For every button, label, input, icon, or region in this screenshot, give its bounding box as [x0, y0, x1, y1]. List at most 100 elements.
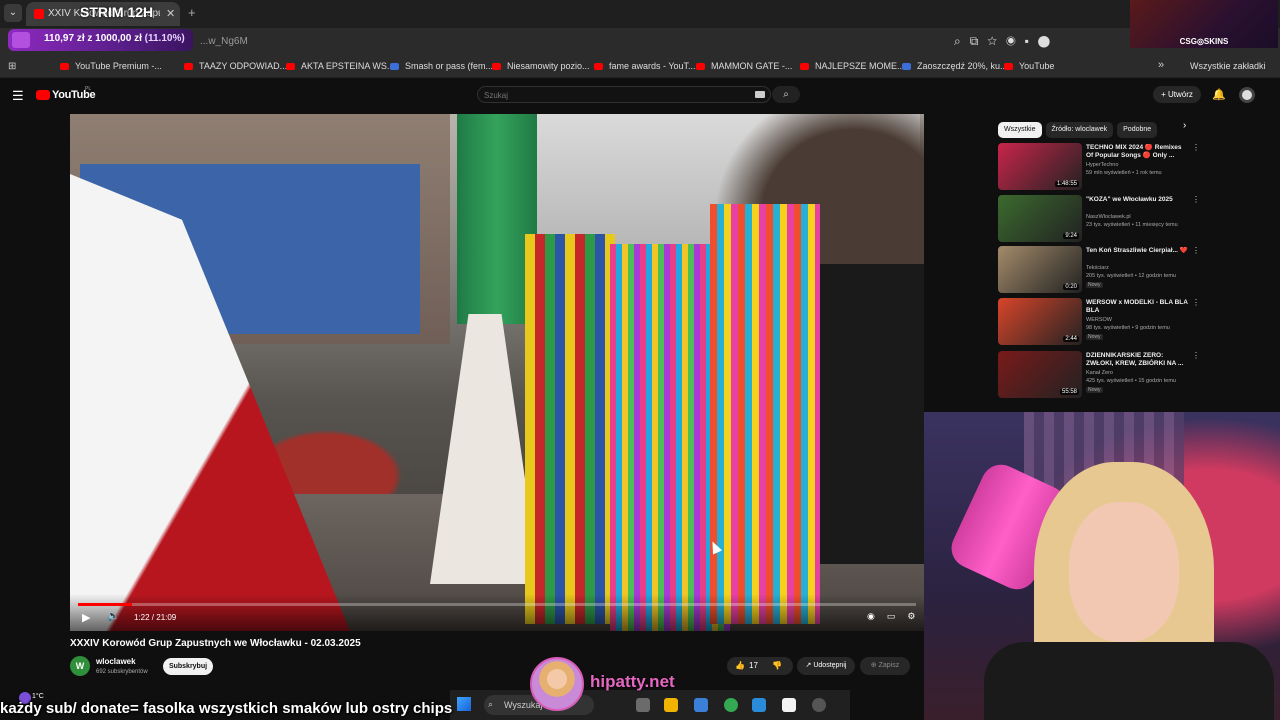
recommendation-meta: 425 tys. wyświetleń • 15 godzin temu — [1086, 378, 1176, 384]
new-badge: Nowy — [1086, 282, 1103, 288]
bookmark-item[interactable]: YouTube — [1004, 61, 1054, 71]
recommendation-item[interactable]: 0:20 Ten Koń Straszliwie Cierpiał... ❤️ Te… — [998, 246, 1203, 294]
webcam-face — [1069, 502, 1179, 642]
recommendation-channel[interactable]: Tekściarz — [1086, 265, 1109, 271]
channel-avatar[interactable]: W — [70, 656, 90, 676]
more-options-icon[interactable]: ⋮ — [1192, 143, 1200, 152]
chrome-icon[interactable] — [724, 698, 738, 712]
youtube-favicon-icon — [34, 9, 44, 19]
obs-icon[interactable] — [812, 698, 826, 712]
webcam-overlay — [924, 412, 1280, 720]
chip-all[interactable]: Wszystkie — [998, 122, 1042, 138]
bookmark-item[interactable]: NAJLEPSZE MOME... — [800, 61, 905, 71]
recommendation-channel[interactable]: HyperTechno — [1086, 162, 1118, 168]
bookmark-item[interactable]: YouTube Premium -... — [60, 61, 162, 71]
more-options-icon[interactable]: ⋮ — [1192, 195, 1200, 204]
subscriber-count: 692 subskrybentów — [96, 669, 148, 675]
youtube-logo-icon[interactable] — [36, 90, 50, 100]
document-icon[interactable] — [782, 698, 796, 712]
recommendation-duration: 1:48:55 — [1054, 181, 1079, 187]
bookmark-item[interactable]: Zaoszczędź 20%, ku... — [902, 61, 1008, 71]
streamer-site: hipatty.net — [590, 672, 675, 691]
bookmarks-more-icon[interactable]: » — [1158, 59, 1164, 71]
recommendation-duration: 0:20 — [1063, 284, 1079, 290]
chip-source[interactable]: Źródło: wloclawek — [1045, 122, 1114, 138]
player-time: 1:22 / 21:09 — [134, 613, 177, 622]
player-settings-icons[interactable]: ◉▭⚙ — [867, 611, 924, 622]
streamer-logo-avatar — [530, 657, 584, 711]
search-button[interactable]: ⌕ — [772, 86, 800, 103]
bookmark-item[interactable]: TAAZY ODPOWIAD... — [184, 61, 287, 71]
address-bar-actions[interactable]: ⌕⧉☆◉▪⬤ — [954, 34, 1059, 49]
bookmark-item[interactable]: Smash or pass (fem... — [390, 61, 493, 71]
task-view-icon[interactable] — [636, 698, 650, 712]
bookmark-item[interactable]: AKTA EPSTEINA WS... — [286, 61, 394, 71]
bookmarks-bar: ⊞ YouTube Premium -... TAAZY ODPOWIAD...… — [0, 56, 1280, 78]
windows-start-icon[interactable] — [457, 697, 471, 711]
dislike-icon[interactable]: 👎 — [772, 657, 782, 675]
file-explorer-icon[interactable] — [664, 698, 678, 712]
recommendation-item[interactable]: 9:24 "KOZA" we Włocławku 2025 NaszWloclawe… — [998, 195, 1203, 243]
save-button[interactable]: ⊕ Zapisz — [860, 657, 910, 675]
address-url[interactable]: ...w_Ng6M — [200, 36, 248, 47]
chip-related[interactable]: Podobne — [1117, 122, 1158, 138]
search-input[interactable] — [484, 89, 724, 101]
recommendation-item[interactable]: 2:44 WERSOW x MODELKI - BLA BLA BLA WERSOW… — [998, 298, 1203, 346]
share-button[interactable]: ↗ Udostępnij — [797, 657, 855, 675]
player-progress-bar[interactable] — [78, 603, 916, 606]
app-icon[interactable] — [752, 698, 766, 712]
new-tab-button[interactable]: + — [188, 5, 196, 20]
channel-name[interactable]: wloclawek — [96, 657, 136, 666]
recommendation-item[interactable]: 55:58 DZIENNIKARSKIE ZERO: ZWŁOKI, KREW, … — [998, 351, 1203, 399]
recommendation-channel[interactable]: NaszWloclawek.pl — [1086, 214, 1131, 220]
video-player[interactable]: ▶ 🔈 1:22 / 21:09 ◉▭⚙ — [70, 114, 924, 631]
tab-close-icon[interactable]: ✕ — [166, 7, 175, 20]
recommendation-meta: 98 tys. wyświetleń • 9 godzin temu — [1086, 325, 1170, 331]
keyboard-icon[interactable] — [755, 91, 765, 98]
recommendation-duration: 55:58 — [1059, 389, 1079, 395]
more-options-icon[interactable]: ⋮ — [1192, 298, 1200, 307]
bookmark-item[interactable]: MAMMON GATE -... — [696, 61, 792, 71]
bookmark-item[interactable]: fame awards - YouT... — [594, 61, 696, 71]
recommendation-thumbnail[interactable]: 1:48:55 — [998, 143, 1082, 190]
recommendation-thumbnail[interactable]: 2:44 — [998, 298, 1082, 345]
video-frame-crowd — [820, 264, 924, 564]
chevron-right-icon[interactable]: › — [1183, 120, 1186, 131]
new-badge: Nowy — [1086, 334, 1103, 340]
store-icon[interactable] — [694, 698, 708, 712]
recommendation-thumbnail[interactable]: 55:58 — [998, 351, 1082, 398]
recommendation-channel[interactable]: Kanał Zero — [1086, 370, 1113, 376]
all-bookmarks-button[interactable]: Wszystkie zakładki — [1190, 61, 1266, 71]
more-options-icon[interactable]: ⋮ — [1192, 246, 1200, 255]
recommendation-title[interactable]: WERSOW x MODELKI - BLA BLA BLA — [1086, 299, 1188, 315]
new-badge: Nowy — [1086, 387, 1103, 393]
more-options-icon[interactable]: ⋮ — [1192, 351, 1200, 360]
play-icon[interactable]: ▶ — [82, 611, 90, 624]
tab-search-button[interactable]: ⌄ — [4, 4, 22, 22]
video-frame-costume — [525, 234, 615, 624]
volume-icon[interactable]: 🔈 — [107, 611, 119, 622]
like-count[interactable]: 17 — [749, 657, 758, 675]
create-button[interactable]: + Utwórz — [1153, 86, 1201, 103]
hamburger-menu-icon[interactable]: ☰ — [12, 88, 24, 104]
recommendation-channel[interactable]: WERSOW — [1086, 317, 1112, 323]
bookmark-item[interactable]: Niesamowity pozio... — [492, 61, 590, 71]
recommendation-item[interactable]: 1:48:55 TECHNO MIX 2024 🔴 Remixes Of Popu… — [998, 143, 1203, 191]
recommendation-title[interactable]: "KOZA" we Włocławku 2025 — [1086, 196, 1188, 204]
avatar[interactable] — [1239, 87, 1255, 103]
subscribe-button[interactable]: Subskrybuj — [163, 658, 213, 675]
like-icon[interactable]: 👍 — [735, 657, 745, 675]
player-controls-gradient — [70, 594, 924, 631]
youtube-header: ☰ YouTube PL ⌕ + Utwórz 🔔 — [0, 82, 1280, 110]
stream-ticker: każdy sub/ donate= fasolka wszystkich sm… — [0, 700, 453, 717]
donation-icon — [12, 32, 30, 48]
recommendation-thumbnail[interactable]: 0:20 — [998, 246, 1082, 293]
webcam-body — [984, 642, 1274, 720]
recommendation-title[interactable]: DZIENNIKARSKIE ZERO: ZWŁOKI, KREW, ZBIÓR… — [1086, 352, 1188, 368]
apps-grid-icon[interactable]: ⊞ — [8, 61, 16, 72]
recommendation-title[interactable]: TECHNO MIX 2024 🔴 Remixes Of Popular Son… — [1086, 144, 1188, 160]
recommendation-duration: 9:24 — [1063, 233, 1079, 239]
recommendation-title[interactable]: Ten Koń Straszliwie Cierpiał... ❤️ — [1086, 247, 1188, 255]
recommendation-thumbnail[interactable]: 9:24 — [998, 195, 1082, 242]
bell-icon[interactable]: 🔔 — [1212, 88, 1226, 101]
